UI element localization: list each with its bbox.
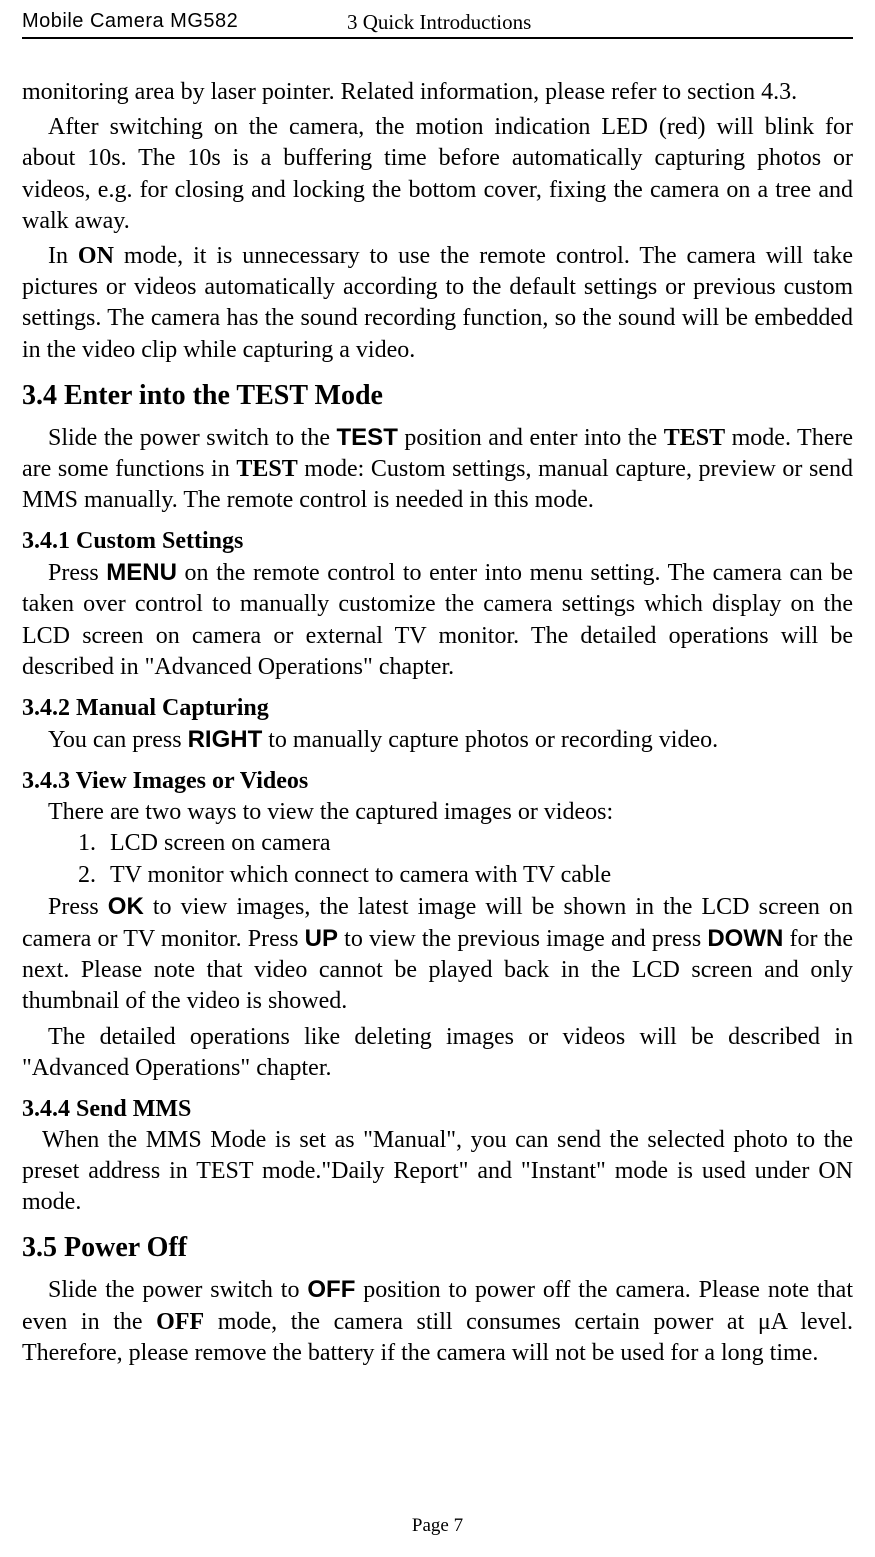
bold-test: TEST <box>337 424 398 451</box>
paragraph: When the MMS Mode is set as "Manual", yo… <box>22 1125 853 1219</box>
heading-subsection-3-4-2: 3.4.2 Manual Capturing <box>22 695 853 722</box>
text-span: Slide the power switch to the <box>48 425 337 451</box>
heading-subsection-3-4-4: 3.4.4 Send MMS <box>22 1096 853 1123</box>
text-span: to manually capture photos or recording … <box>262 727 718 753</box>
bold-up: UP <box>305 925 338 952</box>
list-number: 1. <box>78 828 110 859</box>
list-item: 1. LCD screen on camera <box>78 828 853 859</box>
bold-down: DOWN <box>707 925 783 952</box>
list-item: 2. TV monitor which connect to camera wi… <box>78 860 853 891</box>
bold-off: OFF <box>156 1309 204 1335</box>
text-span: position and enter into the <box>398 425 664 451</box>
page-header: Mobile Camera MG582 3 Quick Introduction… <box>22 10 853 39</box>
text-span: to view the previous image and press <box>338 926 707 952</box>
bold-off: OFF <box>307 1276 355 1303</box>
paragraph: Press MENU on the remote control to ente… <box>22 557 853 683</box>
numbered-list: 1. LCD screen on camera 2. TV monitor wh… <box>78 828 853 890</box>
paragraph: In ON mode, it is unnecessary to use the… <box>22 241 853 366</box>
text-span: In <box>48 243 78 269</box>
header-chapter: 3 Quick Introductions <box>327 10 531 35</box>
page-footer: Page 7 <box>0 1515 875 1537</box>
heading-subsection-3-4-1: 3.4.1 Custom Settings <box>22 528 853 555</box>
paragraph: There are two ways to view the captured … <box>22 797 853 828</box>
text-span: mode, it is unnecessary to use the remot… <box>22 243 853 363</box>
heading-section-3-5: 3.5 Power Off <box>22 1232 853 1264</box>
paragraph: The detailed operations like deleting im… <box>22 1022 853 1084</box>
page-number: Page 7 <box>412 1515 463 1536</box>
page-content: monitoring area by laser pointer. Relate… <box>22 77 853 1369</box>
bold-on: ON <box>78 243 114 269</box>
heading-section-3-4: 3.4 Enter into the TEST Mode <box>22 380 853 412</box>
bold-ok: OK <box>108 893 144 920</box>
heading-subsection-3-4-3: 3.4.3 View Images or Videos <box>22 768 853 795</box>
paragraph: monitoring area by laser pointer. Relate… <box>22 77 853 108</box>
paragraph: Press OK to view images, the latest imag… <box>22 891 853 1018</box>
paragraph: After switching on the camera, the motio… <box>22 112 853 237</box>
header-product: Mobile Camera MG582 <box>22 10 327 35</box>
paragraph: Slide the power switch to the TEST posit… <box>22 422 853 517</box>
text-span: Slide the power switch to <box>48 1277 307 1303</box>
text-span: Press <box>48 560 106 586</box>
bold-right: RIGHT <box>188 726 263 753</box>
paragraph: Slide the power switch to OFF position t… <box>22 1274 853 1369</box>
text-span: You can press <box>48 727 188 753</box>
paragraph: You can press RIGHT to manually capture … <box>22 724 853 756</box>
text-span: Press <box>48 894 108 920</box>
bold-test: TEST <box>664 425 725 451</box>
list-text: TV monitor which connect to camera with … <box>110 860 611 891</box>
bold-test: TEST <box>236 456 297 482</box>
bold-menu: MENU <box>106 559 177 586</box>
list-number: 2. <box>78 860 110 891</box>
list-text: LCD screen on camera <box>110 828 331 859</box>
